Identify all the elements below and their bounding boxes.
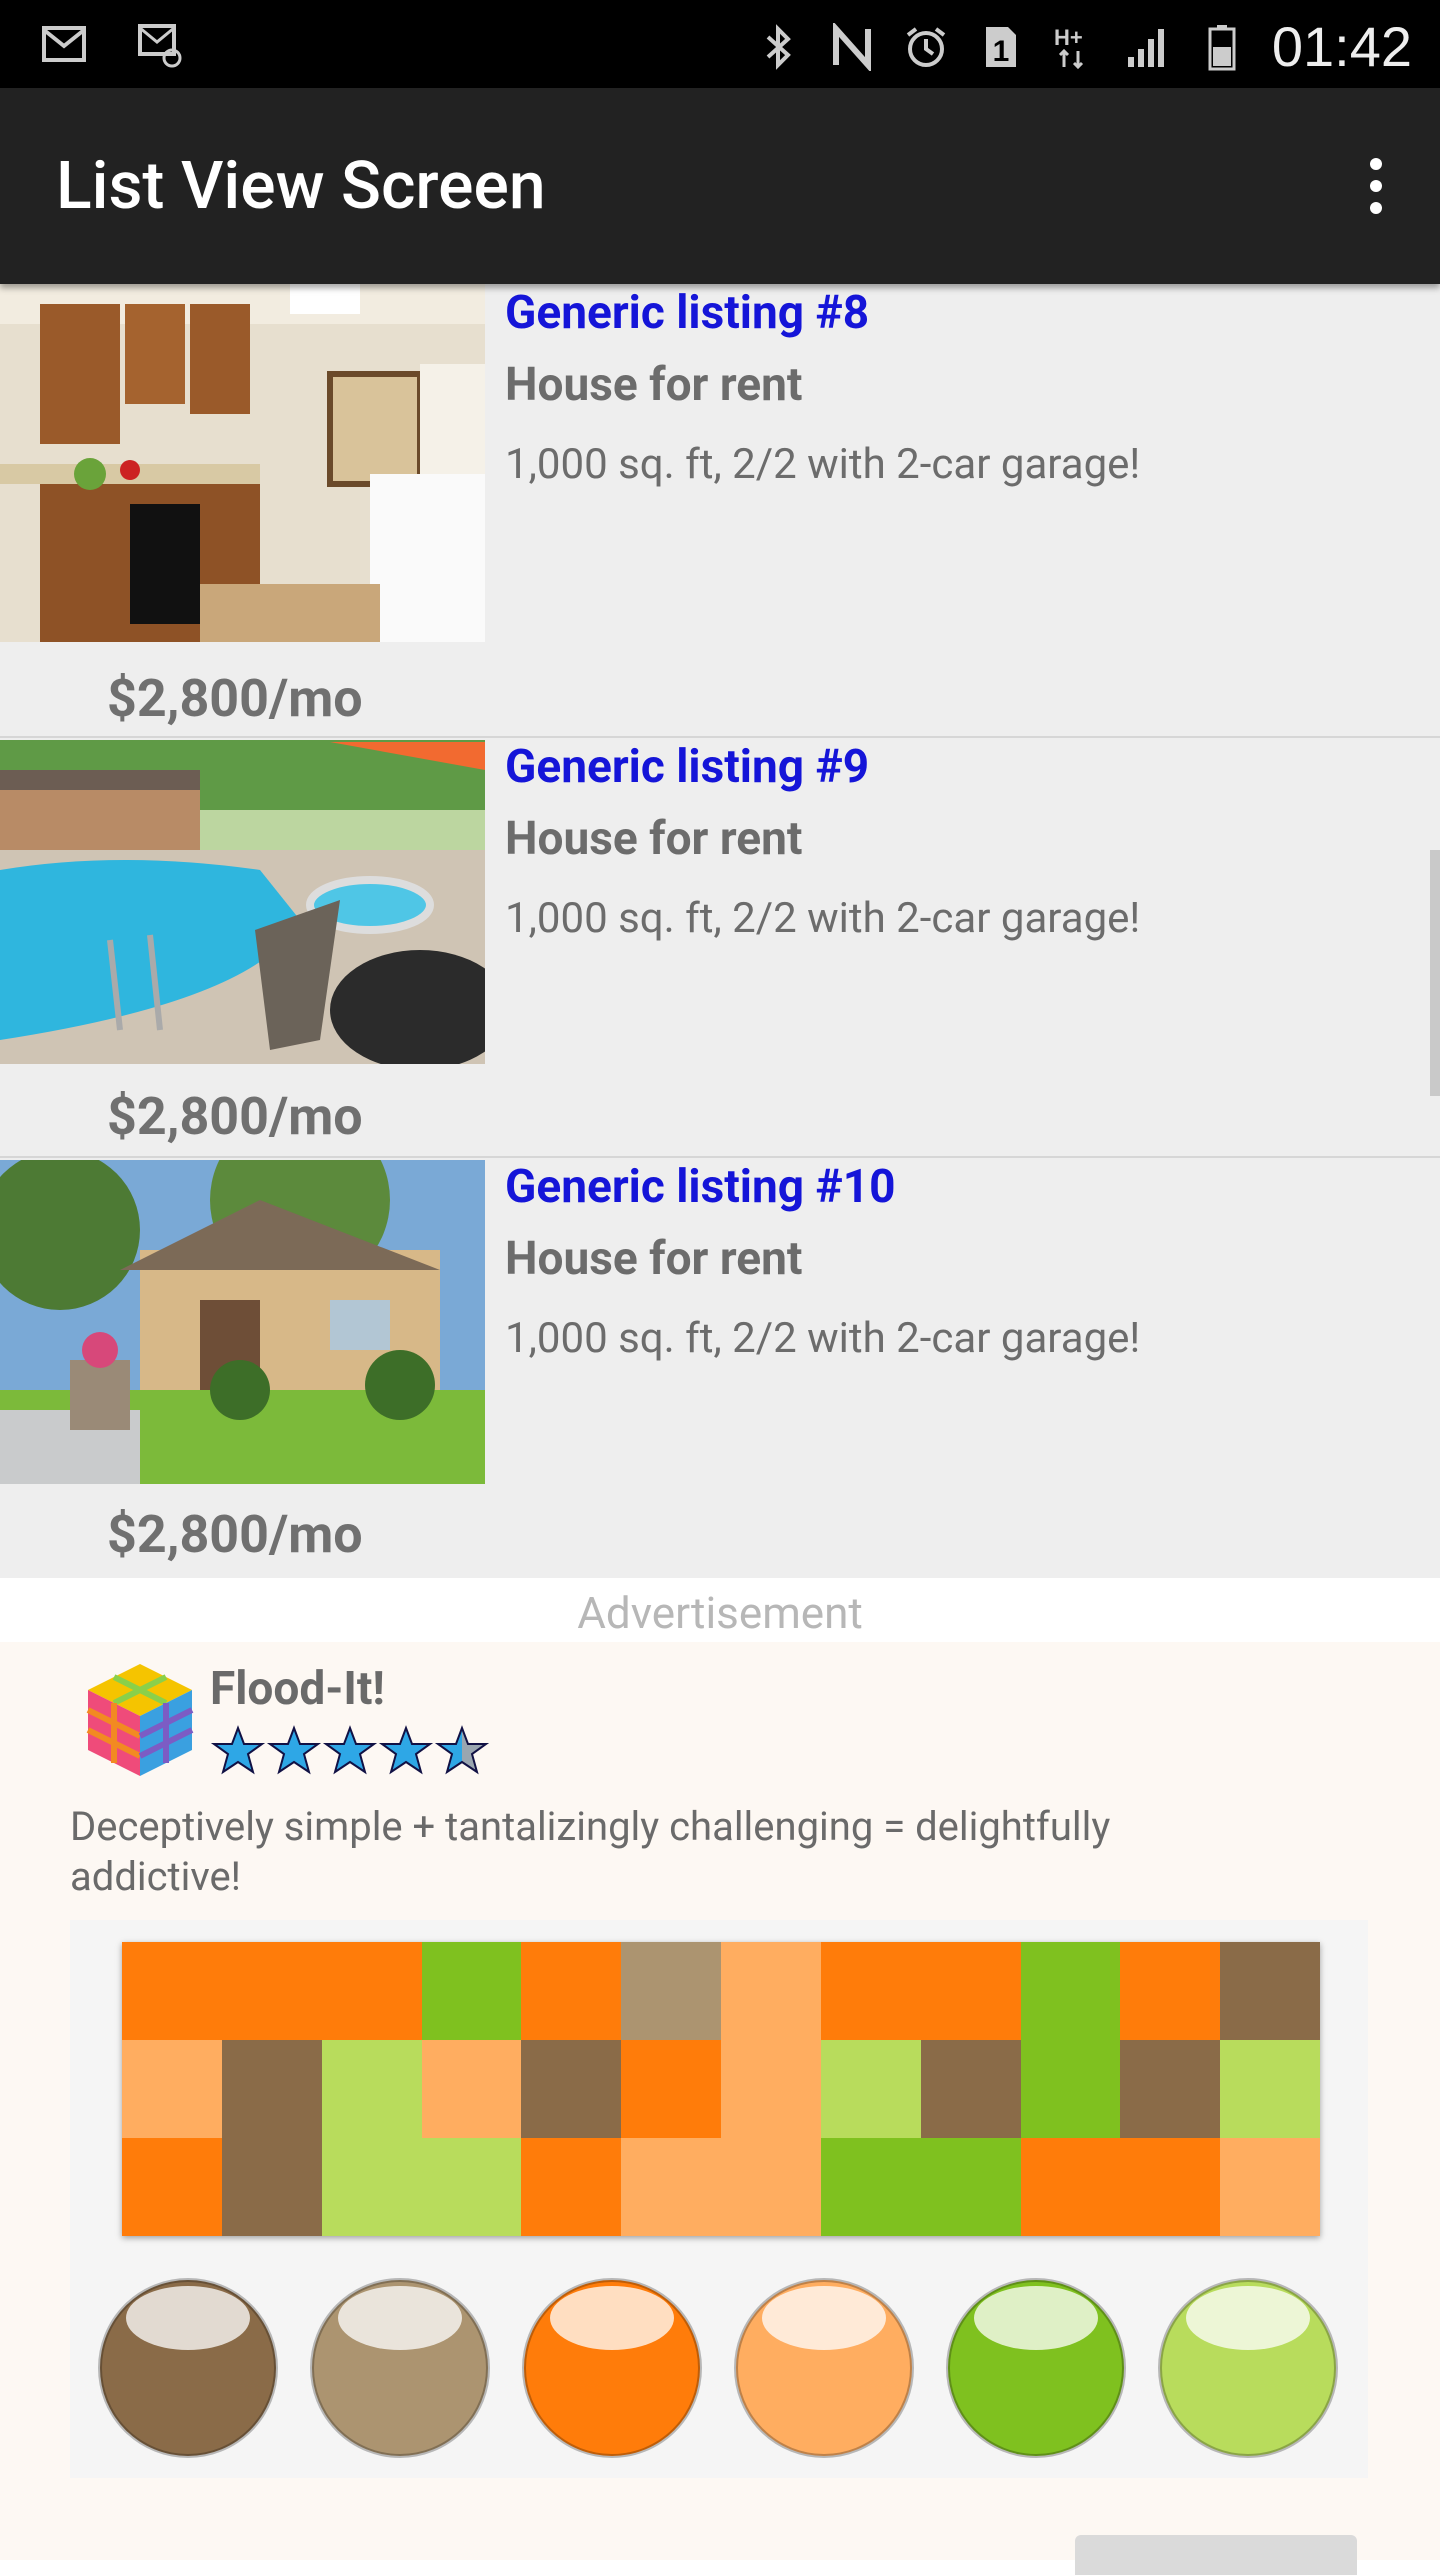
listing-text: Generic listing #8 House for rent 1,000 … [505, 286, 1140, 489]
grid-cell [1120, 2138, 1221, 2236]
grid-cell [421, 2040, 522, 2138]
listing-details: 1,000 sq. ft, 2/2 with 2-car garage! [505, 440, 1141, 489]
grid-cell [421, 2138, 522, 2236]
svg-text:H+: H+ [1054, 25, 1083, 50]
listings-list[interactable]: Generic listing #8 House for rent 1,000 … [0, 284, 1440, 1578]
grid-cell [820, 2040, 921, 2138]
app-bar: List View Screen [0, 88, 1440, 284]
grid-cell [221, 2040, 322, 2138]
grid-cell [920, 2138, 1021, 2236]
grid-cell [621, 1942, 721, 2040]
grid-cell [122, 2138, 222, 2236]
ad-tagline: Deceptively simple + tantalizingly chall… [70, 1803, 1111, 1900]
more-vert-icon[interactable] [1356, 158, 1396, 218]
color-ball-button [98, 2278, 278, 2458]
listing-title[interactable]: Generic listing #8 [505, 286, 1140, 340]
grid-cell [920, 2040, 1021, 2138]
ad-label: Advertisement [0, 1578, 1440, 1642]
listing-type: House for rent [505, 358, 803, 412]
status-bar: 1 H+ 01:42 [0, 0, 1440, 88]
listing-details: 1,000 sq. ft, 2/2 with 2-car garage! [505, 1314, 1141, 1363]
grid-cell [621, 2138, 721, 2236]
email-icon [138, 24, 182, 68]
star-icon [210, 1725, 266, 1775]
color-ball-button [946, 2278, 1126, 2458]
star-icon [378, 1725, 434, 1775]
grid-cell [1020, 2040, 1121, 2138]
grid-cell [521, 2040, 622, 2138]
grid-cell [721, 1942, 821, 2040]
grid-cell [1120, 1942, 1221, 2040]
listing-type: House for rent [505, 812, 803, 866]
grid-cell [122, 1942, 222, 2040]
listing-title[interactable]: Generic listing #9 [505, 740, 1140, 794]
grid-cell [1020, 1942, 1121, 2040]
bluetooth-icon [766, 23, 791, 70]
grid-cell [1220, 2138, 1320, 2236]
color-ball-button [734, 2278, 914, 2458]
star-icon [266, 1725, 322, 1775]
grid-cell [721, 2040, 821, 2138]
grid-cell [321, 2040, 422, 2138]
signal-icon [1127, 28, 1164, 67]
grid-cell [1120, 2040, 1221, 2138]
flood-grid [122, 1942, 1320, 2236]
color-ball-button [1158, 2278, 1338, 2458]
listing-price: $2,800/mo [107, 668, 363, 729]
scrollbar[interactable] [1430, 850, 1440, 1096]
listing-text: Generic listing #9 House for rent 1,000 … [505, 740, 1140, 943]
app-title: List View Screen [56, 148, 546, 225]
grid-cell [521, 1942, 622, 2040]
listing-title[interactable]: Generic listing #10 [505, 1160, 1140, 1214]
grid-cell [221, 1942, 322, 2040]
grid-cell [221, 2138, 322, 2236]
ad-screenshot[interactable] [70, 1920, 1368, 2478]
grid-cell [721, 2138, 821, 2236]
grid-cell [421, 1942, 522, 2040]
listing-details: 1,000 sq. ft, 2/2 with 2-car garage! [505, 894, 1141, 943]
listing-price: $2,800/mo [107, 1504, 363, 1565]
grid-cell [321, 2138, 422, 2236]
house-exterior-photo [0, 1160, 485, 1484]
color-buttons [98, 2278, 1338, 2458]
list-item[interactable]: Generic listing #8 House for rent 1,000 … [0, 284, 1440, 738]
list-item[interactable]: Generic listing #10 House for rent 1,000… [0, 1158, 1440, 1578]
grid-cell [1220, 1942, 1320, 2040]
nfc-icon [832, 22, 871, 71]
flood-it-app-icon[interactable] [84, 1660, 196, 1780]
kitchen-photo [0, 284, 485, 642]
advertisement[interactable]: Flood-It! Deceptively simple + tantalizi… [0, 1642, 1440, 2575]
grid-cell [920, 1942, 1021, 2040]
listing-text: Generic listing #10 House for rent 1,000… [505, 1160, 1140, 1363]
grid-cell [122, 2040, 222, 2138]
sim-1-icon: 1 [985, 26, 1016, 68]
half-star-icon [434, 1725, 490, 1775]
gmail-icon [42, 26, 86, 62]
listing-type: House for rent [505, 1232, 803, 1286]
star-rating [210, 1725, 490, 1775]
grid-cell [321, 1942, 422, 2040]
alarm-icon [906, 26, 946, 67]
battery-icon [1208, 24, 1236, 70]
svg-text:1: 1 [993, 35, 1010, 68]
grid-cell [1020, 2138, 1121, 2236]
grid-cell [621, 2040, 721, 2138]
grid-cell [820, 2138, 921, 2236]
ad-app-name[interactable]: Flood-It! [210, 1662, 385, 1716]
clock: 01:42 [1271, 15, 1412, 78]
grid-cell [820, 1942, 921, 2040]
list-item[interactable]: Generic listing #9 House for rent 1,000 … [0, 738, 1440, 1158]
color-ball-button [522, 2278, 702, 2458]
color-ball-button [310, 2278, 490, 2458]
grid-cell [1220, 2040, 1320, 2138]
grid-cell [521, 2138, 622, 2236]
hplus-data-icon: H+ [1054, 25, 1083, 69]
star-icon [322, 1725, 378, 1775]
listing-price: $2,800/mo [107, 1086, 363, 1147]
pool-photo [0, 740, 485, 1064]
install-button[interactable] [1075, 2535, 1357, 2575]
